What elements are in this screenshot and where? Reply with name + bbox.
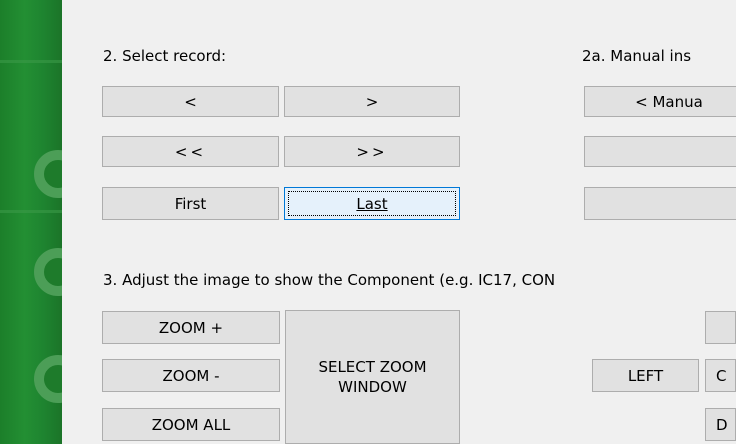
- last-record-button[interactable]: Last: [284, 187, 460, 220]
- manual-button[interactable]: < Manua: [584, 86, 736, 117]
- adjust-image-label: 3. Adjust the image to show the Componen…: [103, 271, 556, 289]
- center-button[interactable]: C: [705, 359, 736, 392]
- pcb-trace: [0, 60, 62, 63]
- pcb-image-preview: [0, 0, 62, 444]
- move-left-button[interactable]: LEFT: [592, 359, 699, 392]
- move-up-button[interactable]: [705, 311, 736, 344]
- manual-blank-button-1[interactable]: [584, 136, 736, 167]
- prev-record-button[interactable]: <: [102, 86, 279, 117]
- select-record-label: 2. Select record:: [103, 47, 227, 65]
- manual-blank-button-2[interactable]: [584, 187, 736, 220]
- pcb-pad: [34, 150, 62, 198]
- first-record-button[interactable]: First: [102, 187, 279, 220]
- move-down-button[interactable]: D: [705, 408, 736, 441]
- select-zoom-window-button[interactable]: SELECT ZOOM WINDOW: [285, 310, 460, 444]
- zoom-out-button[interactable]: ZOOM -: [102, 359, 280, 392]
- pcb-trace: [0, 210, 62, 213]
- control-panel: 2. Select record: < > << >> First Last 2…: [62, 0, 736, 444]
- manual-insert-label: 2a. Manual ins: [582, 47, 692, 65]
- next-fast-button[interactable]: >>: [284, 136, 460, 167]
- pcb-pad: [34, 355, 62, 403]
- pcb-pad: [34, 248, 62, 296]
- next-record-button[interactable]: >: [284, 86, 460, 117]
- last-record-label: Last: [356, 194, 388, 213]
- zoom-all-button[interactable]: ZOOM ALL: [102, 408, 280, 441]
- prev-fast-button[interactable]: <<: [102, 136, 279, 167]
- zoom-in-button[interactable]: ZOOM +: [102, 311, 280, 344]
